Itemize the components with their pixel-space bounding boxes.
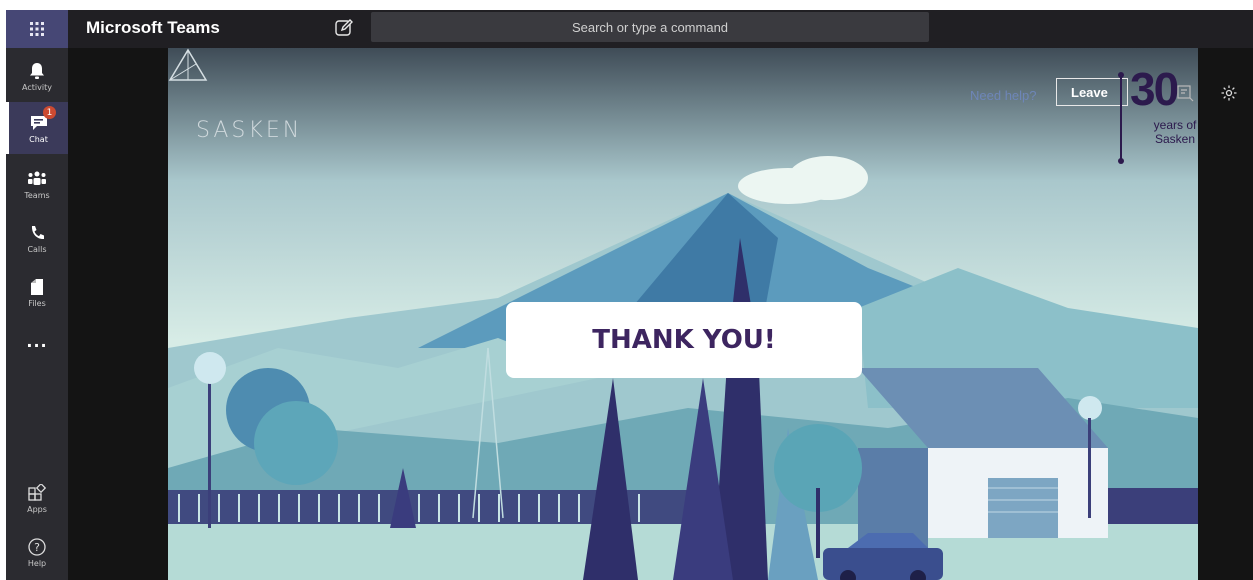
rail-item-files[interactable]: Files [6,266,68,318]
unread-badge: 1 [43,106,56,119]
gear-icon[interactable] [1220,84,1238,102]
bell-icon [26,61,48,81]
app-title: Microsoft Teams [86,18,220,37]
compose-icon [335,19,353,36]
rail-item-label: Teams [24,190,50,200]
waffle-icon [30,22,44,36]
rail-item-label: Calls [27,244,47,254]
sasken-brand: SASKEN [196,118,303,143]
meeting-stage: SASKEN Need help? Leave 30 years of Sask… [68,48,1253,580]
file-icon [26,277,48,297]
anniversary-badge: 30 years of Sasken [1118,62,1198,164]
thank-you-card: THANK YOU! [506,302,862,378]
timeline-dot [1118,158,1124,164]
leave-button[interactable]: Leave [1056,78,1128,106]
search-input[interactable]: Search or type a command [371,12,929,42]
apps-icon [26,483,48,503]
timeline-line [1120,74,1122,162]
help-icon: ? [26,537,48,557]
rail-item-teams[interactable]: Teams [6,158,68,210]
sasken-logo-icon [168,48,208,81]
shared-screen: SASKEN Need help? Leave 30 years of Sask… [168,48,1198,580]
timeline-dot [1118,72,1124,78]
search-placeholder: Search or type a command [571,19,729,35]
phone-icon [26,223,48,243]
rail-item-help[interactable]: ? Help [6,526,68,578]
anniversary-line1: years of [1153,118,1197,132]
rail-item-label: Apps [27,504,47,514]
need-help-link[interactable]: Need help? [970,88,1037,103]
anniversary-number: 30 [1130,63,1179,115]
rail-item-label: Chat [29,134,48,144]
rail-item-label: Files [28,298,46,308]
rail-item-apps[interactable]: Apps [6,472,68,524]
anniversary-line2: Sasken [1154,132,1196,146]
svg-text:?: ? [34,541,40,554]
more-icon: ... [26,331,48,351]
rail-item-label: Help [27,558,47,568]
whiteboard-icon[interactable] [1176,84,1194,102]
rail-item-activity[interactable]: Activity [6,50,68,102]
app-rail: Activity 1 Chat Teams Calls Files ... Ap… [6,10,68,580]
new-chat-button[interactable] [334,18,354,38]
teams-window: Activity 1 Chat Teams Calls Files ... Ap… [0,0,1253,580]
anniversary-caption: years of Sasken [1150,118,1198,146]
app-launcher-button[interactable] [6,10,68,48]
more-label: ... [26,331,48,351]
leave-label: Leave [1071,84,1108,100]
teams-icon [26,169,48,189]
rail-item-more[interactable]: ... [6,316,68,368]
rail-item-label: Activity [22,82,52,92]
thank-you-message: THANK YOU! [592,325,776,355]
title-bar: Microsoft Teams Search or type a command [68,10,1253,48]
rail-item-chat[interactable]: 1 Chat [6,102,68,154]
rail-item-calls[interactable]: Calls [6,212,68,264]
